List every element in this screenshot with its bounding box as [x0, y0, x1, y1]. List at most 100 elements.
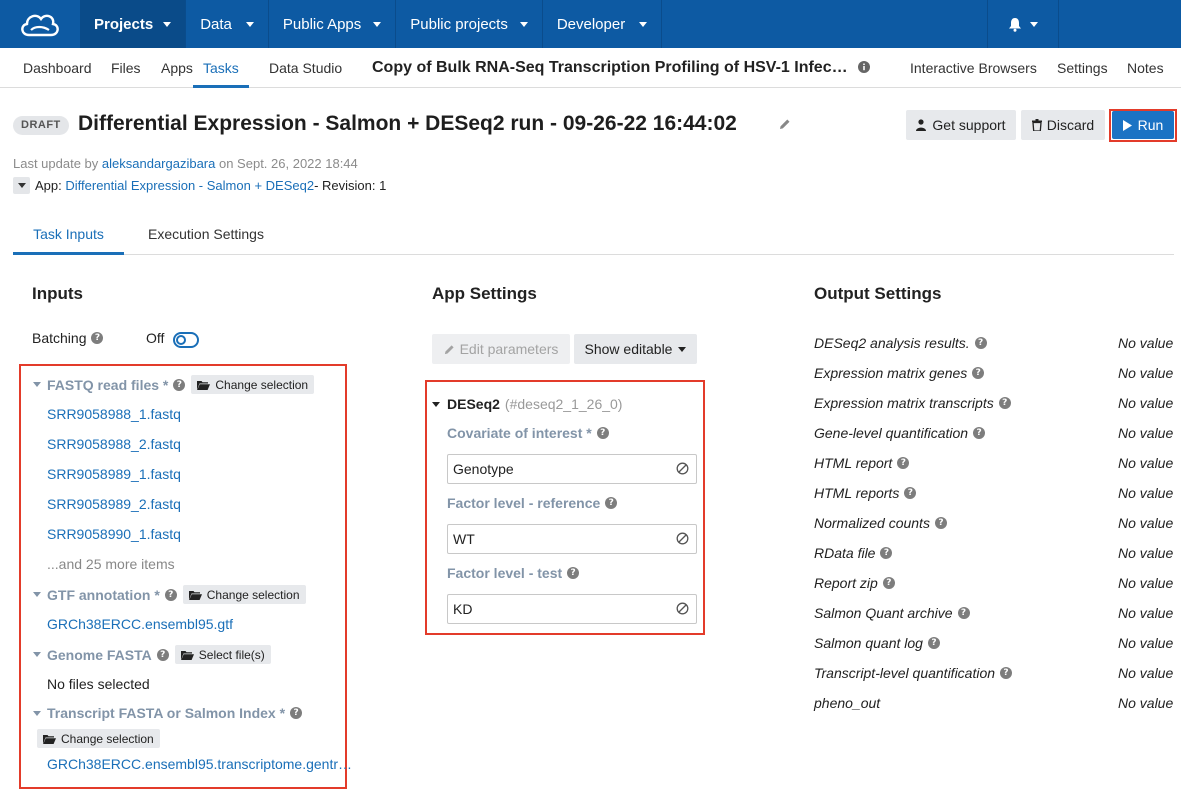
param-label-reference: Factor level - reference? [447, 495, 618, 511]
change-selection-button[interactable]: Change selection [182, 585, 306, 604]
no-files-text: No files selected [47, 676, 150, 692]
app-link[interactable]: Differential Expression - Salmon + DESeq… [65, 178, 314, 193]
output-value: No value [1118, 545, 1174, 561]
help-icon[interactable]: ? [974, 337, 987, 349]
subnav-files[interactable]: Files [111, 48, 141, 88]
reference-level-input[interactable]: WT [447, 524, 697, 554]
output-value: No value [1118, 395, 1174, 411]
help-icon[interactable]: ? [882, 577, 895, 589]
app-revision-line: App: Differential Expression - Salmon + … [13, 177, 386, 194]
caret-down-icon [432, 401, 440, 407]
file-link[interactable]: SRR9058988_2.fastq [47, 436, 181, 452]
show-editable-dropdown[interactable]: Show editable [574, 334, 697, 364]
nav-public-projects[interactable]: Public projects [396, 0, 543, 48]
help-icon[interactable]: ? [904, 487, 917, 499]
more-items-text: ...and 25 more items [47, 556, 175, 572]
output-label: Gene-level quantification? [814, 425, 986, 441]
output-value: No value [1118, 575, 1174, 591]
help-icon[interactable]: ? [91, 332, 104, 344]
pencil-icon[interactable] [779, 118, 791, 130]
fastq-input-label: FASTQ read files *? Change selection [33, 375, 315, 394]
notifications-button[interactable] [987, 0, 1059, 48]
nav-public-apps[interactable]: Public Apps [269, 0, 397, 48]
subnav-settings[interactable]: Settings [1057, 48, 1108, 88]
subnav-notes[interactable]: Notes [1127, 48, 1164, 88]
batching-value: Off [146, 330, 165, 346]
subnav-tasks[interactable]: Tasks [193, 48, 249, 88]
output-label: DESeq2 analysis results.? [814, 335, 987, 351]
help-icon[interactable]: ? [927, 637, 940, 649]
clear-icon[interactable] [676, 602, 689, 615]
batching-toggle[interactable] [173, 332, 199, 348]
caret-down-icon[interactable] [33, 592, 41, 597]
help-icon[interactable]: ? [164, 588, 177, 601]
subnav-data-studio[interactable]: Data Studio [269, 48, 342, 88]
user-link[interactable]: aleksandargazibara [102, 156, 215, 171]
output-label: HTML report? [814, 455, 910, 471]
file-link[interactable]: GRCh38ERCC.ensembl95.transcriptome.gentr… [47, 756, 352, 772]
genome-fasta-label: Genome FASTA? Select file(s) [33, 645, 271, 664]
file-link[interactable]: SRR9058989_2.fastq [47, 496, 181, 512]
output-value: No value [1118, 455, 1174, 471]
nav-data[interactable]: Data [186, 0, 269, 48]
subnav-interactive-browsers[interactable]: Interactive Browsers [910, 48, 1037, 88]
help-icon[interactable]: ? [290, 707, 303, 719]
play-icon [1122, 119, 1132, 131]
nav-developer[interactable]: Developer [543, 0, 663, 48]
folder-icon [197, 380, 211, 390]
help-icon[interactable]: ? [1000, 667, 1013, 679]
help-icon[interactable]: ? [934, 517, 947, 529]
help-icon[interactable]: ? [973, 427, 986, 439]
last-update-info: Last update by aleksandargazibara on Sep… [13, 156, 358, 171]
help-icon[interactable]: ? [156, 648, 169, 661]
discard-button[interactable]: Discard [1021, 110, 1105, 140]
help-icon[interactable]: ? [596, 427, 609, 439]
output-label: Expression matrix transcripts? [814, 395, 1011, 411]
change-selection-button[interactable]: Change selection [37, 729, 160, 748]
expand-app-info-toggle[interactable] [13, 177, 30, 194]
param-label-test: Factor level - test? [447, 565, 580, 581]
caret-down-icon[interactable] [33, 382, 41, 387]
help-icon[interactable]: ? [957, 607, 970, 619]
nav-projects[interactable]: Projects [80, 0, 187, 48]
help-icon[interactable]: ? [173, 378, 186, 391]
subnav-dashboard[interactable]: Dashboard [23, 48, 92, 88]
output-label: pheno_out [814, 695, 881, 711]
file-link[interactable]: SRR9058989_1.fastq [47, 466, 181, 482]
change-selection-button[interactable]: Change selection [191, 375, 315, 394]
user-icon [916, 119, 927, 131]
output-settings-title: Output Settings [814, 284, 942, 303]
trash-icon [1031, 119, 1042, 131]
help-icon[interactable]: ? [897, 457, 910, 469]
cloud-logo-icon[interactable] [0, 0, 80, 48]
help-icon[interactable]: ? [880, 547, 893, 559]
inputs-highlight-box [19, 364, 347, 789]
help-icon[interactable]: ? [605, 497, 618, 509]
output-label: Normalized counts? [814, 515, 947, 531]
caret-down-icon[interactable] [33, 652, 41, 657]
test-level-input[interactable]: KD [447, 594, 697, 624]
file-link[interactable]: SRR9058990_1.fastq [47, 526, 181, 542]
tab-task-inputs[interactable]: Task Inputs [13, 216, 124, 255]
get-support-button[interactable]: Get support [906, 110, 1016, 140]
deseq2-node-header[interactable]: DESeq2 (#deseq2_1_26_0) [432, 396, 622, 412]
chevron-down-icon [245, 21, 254, 27]
caret-down-icon[interactable] [33, 710, 41, 716]
tab-execution-settings[interactable]: Execution Settings [148, 216, 264, 255]
run-button[interactable]: Run [1112, 111, 1174, 139]
edit-parameters-button[interactable]: Edit parameters [432, 334, 570, 364]
help-icon[interactable]: ? [972, 367, 985, 379]
project-title[interactable]: Copy of Bulk RNA-Seq Transcription Profi… [372, 48, 850, 88]
info-icon[interactable] [858, 61, 870, 73]
help-icon[interactable]: ? [998, 397, 1011, 409]
covariate-input[interactable]: Genotype [447, 454, 697, 484]
clear-icon[interactable] [676, 532, 689, 545]
file-link[interactable]: GRCh38ERCC.ensembl95.gtf [47, 616, 233, 632]
gtf-input-label: GTF annotation *? Change selection [33, 585, 306, 604]
subnav-apps[interactable]: Apps [161, 48, 193, 88]
clear-icon[interactable] [676, 462, 689, 475]
help-icon[interactable]: ? [567, 567, 580, 579]
chevron-down-icon [678, 346, 687, 352]
file-link[interactable]: SRR9058988_1.fastq [47, 406, 181, 422]
select-files-button[interactable]: Select file(s) [174, 645, 271, 664]
